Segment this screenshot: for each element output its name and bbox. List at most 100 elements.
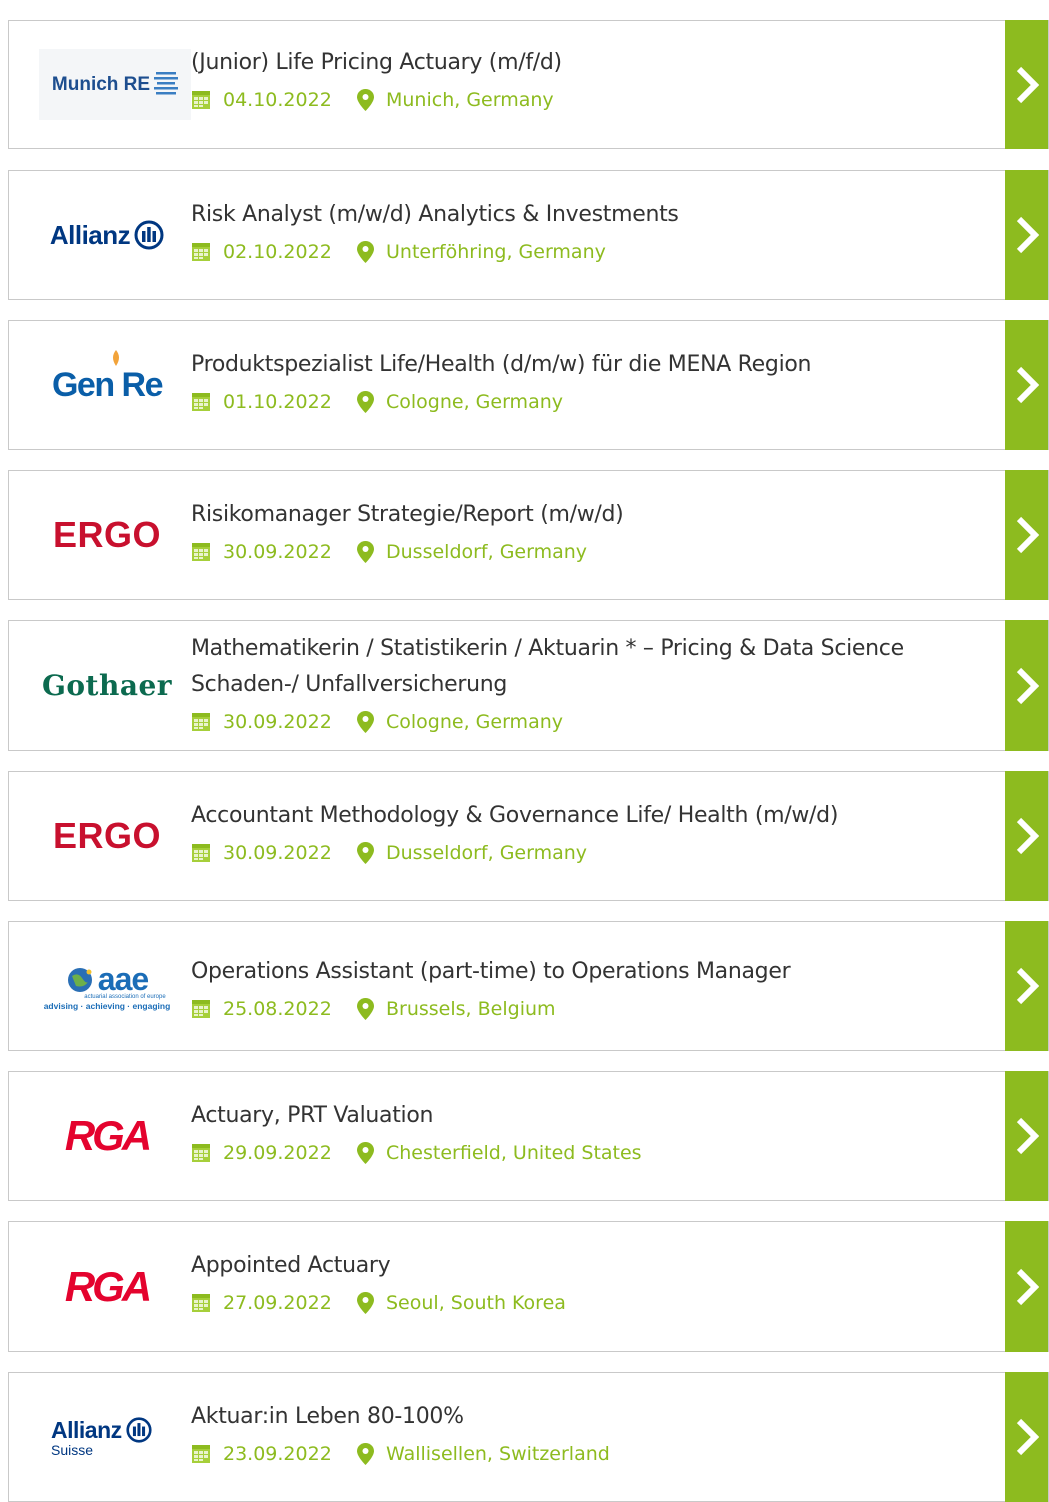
ergo-logo: ERGO <box>52 815 161 856</box>
job-card[interactable]: aae actuarial association of europe advi… <box>8 921 1049 1051</box>
job-location[interactable]: Unterföhring, Germany <box>386 241 606 263</box>
job-title[interactable]: Actuary, PRT Valuation <box>191 1098 988 1134</box>
aae-logo-subtitle: actuarial association of europe <box>84 994 166 1000</box>
job-title[interactable]: Accountant Methodology & Governance Life… <box>191 798 988 834</box>
job-location[interactable]: Dusseldorf, Germany <box>386 842 587 864</box>
open-job-button[interactable] <box>1005 470 1048 600</box>
company-logo: aae actuarial association of europe advi… <box>37 922 177 1050</box>
location-pin-icon <box>357 1142 374 1164</box>
aae-logo: aae <box>97 961 149 997</box>
calendar-icon <box>192 1445 210 1463</box>
job-card[interactable]: Allianz Risk Analyst (m/w/d) Analytics &… <box>8 170 1049 300</box>
job-location[interactable]: Cologne, Germany <box>386 711 563 733</box>
company-logo: RGA <box>37 1072 177 1200</box>
chevron-right-icon <box>1016 667 1039 704</box>
company-logo: ERGO <box>37 471 177 599</box>
company-logo: Allianz <box>37 171 177 299</box>
job-location[interactable]: Dusseldorf, Germany <box>386 541 587 563</box>
job-card[interactable]: ERGO Risikomanager Strategie/Report (m/w… <box>8 470 1049 600</box>
job-date: 30.09.2022 <box>223 842 332 864</box>
calendar-icon <box>192 1294 210 1312</box>
job-date: 01.10.2022 <box>223 391 332 413</box>
job-card[interactable]: Gen Re Produktspezialist Life/Health (d/… <box>8 320 1049 450</box>
job-card[interactable]: RGA Actuary, PRT Valuation 29.09.2022 Ch… <box>8 1071 1049 1201</box>
chevron-right-icon <box>1016 66 1039 103</box>
rga-logo: RGA <box>64 1112 152 1159</box>
job-location[interactable]: Wallisellen, Switzerland <box>386 1443 610 1465</box>
location-pin-icon <box>357 241 374 263</box>
rga-logo: RGA <box>64 1262 152 1310</box>
chevron-right-icon <box>1016 366 1039 404</box>
job-date: 04.10.2022 <box>223 89 332 111</box>
job-title[interactable]: Operations Assistant (part-time) to Oper… <box>191 954 988 990</box>
company-logo: Allianz Suisse <box>37 1373 177 1501</box>
open-job-button[interactable] <box>1005 1071 1048 1201</box>
job-location[interactable]: Seoul, South Korea <box>386 1292 566 1314</box>
job-title[interactable]: Produktspezialist Life/Health (d/m/w) fü… <box>191 347 988 383</box>
job-card[interactable]: RGA Appointed Actuary 27.09.2022 Seoul, … <box>8 1221 1049 1352</box>
job-title[interactable]: Mathematikerin / Statistikerin / Aktuari… <box>191 631 988 667</box>
company-logo: Gen Re <box>37 321 177 449</box>
calendar-icon <box>192 1144 210 1162</box>
munich-re-logo: Munich RE <box>51 73 151 95</box>
job-date: 30.09.2022 <box>223 711 332 733</box>
allianz-emblem-icon <box>126 1417 152 1443</box>
open-job-button[interactable] <box>1005 1221 1048 1352</box>
calendar-icon <box>192 543 210 561</box>
location-pin-icon <box>357 842 374 864</box>
company-logo: ERGO <box>37 772 177 900</box>
allianz-logo: Allianz <box>49 219 131 250</box>
job-title-line-2[interactable]: Schaden-/ Unfallversicherung <box>191 667 988 703</box>
calendar-icon <box>192 393 210 411</box>
location-pin-icon <box>357 89 374 111</box>
job-title[interactable]: Appointed Actuary <box>191 1248 988 1284</box>
company-logo: Munich RE <box>39 49 191 120</box>
allianz-suisse-logo: Allianz <box>51 1416 122 1443</box>
job-location[interactable]: Chesterfield, United States <box>386 1142 642 1164</box>
chevron-right-icon <box>1016 216 1039 254</box>
location-pin-icon <box>357 1292 374 1314</box>
chevron-right-icon <box>1016 516 1039 554</box>
job-date: 02.10.2022 <box>223 241 332 263</box>
open-job-button[interactable] <box>1005 170 1048 300</box>
calendar-icon <box>192 713 210 731</box>
chevron-right-icon <box>1016 1418 1039 1456</box>
job-date: 23.09.2022 <box>223 1443 332 1465</box>
job-location[interactable]: Brussels, Belgium <box>386 998 556 1020</box>
open-job-button[interactable] <box>1005 921 1048 1051</box>
calendar-icon <box>192 844 210 862</box>
open-job-button[interactable] <box>1005 320 1048 450</box>
job-title[interactable]: Risk Analyst (m/w/d) Analytics & Investm… <box>191 197 988 233</box>
gen-re-flame-icon <box>112 349 119 366</box>
munich-re-logo-icon <box>154 71 179 94</box>
location-pin-icon <box>357 711 374 733</box>
aae-logo-tagline: advising · achieving · engaging <box>43 1001 171 1011</box>
calendar-icon <box>192 91 210 109</box>
chevron-right-icon <box>1016 1268 1039 1305</box>
allianz-suisse-subtitle: Suisse <box>51 1441 94 1458</box>
job-location[interactable]: Cologne, Germany <box>386 391 563 413</box>
job-date: 29.09.2022 <box>223 1142 332 1164</box>
ergo-logo: ERGO <box>52 514 161 555</box>
allianz-emblem-icon <box>134 220 164 250</box>
gothaer-logo: Gothaer <box>41 669 173 702</box>
job-title[interactable]: Aktuar:in Leben 80-100% <box>191 1399 988 1435</box>
open-job-button[interactable] <box>1005 620 1048 751</box>
job-card[interactable]: Munich RE (Junior) Life Pricing Actuary … <box>8 20 1049 149</box>
job-card[interactable]: ERGO Accountant Methodology & Governance… <box>8 771 1049 901</box>
open-job-button[interactable] <box>1005 771 1048 901</box>
job-title[interactable]: (Junior) Life Pricing Actuary (m/f/d) <box>191 45 988 81</box>
chevron-right-icon <box>1016 1117 1039 1155</box>
globe-icon <box>67 967 92 992</box>
job-location[interactable]: Munich, Germany <box>386 89 554 111</box>
company-logo: RGA <box>37 1222 177 1351</box>
job-date: 30.09.2022 <box>223 541 332 563</box>
open-job-button[interactable] <box>1005 20 1048 149</box>
location-pin-icon <box>357 541 374 563</box>
gen-re-logo: Gen Re <box>51 365 164 404</box>
job-title[interactable]: Risikomanager Strategie/Report (m/w/d) <box>191 497 988 533</box>
open-job-button[interactable] <box>1005 1372 1048 1502</box>
location-pin-icon <box>357 391 374 413</box>
job-card[interactable]: Gothaer Mathematikerin / Statistikerin /… <box>8 620 1049 751</box>
job-card[interactable]: Allianz Suisse Aktuar:in Leben 80-100% 2… <box>8 1372 1049 1502</box>
